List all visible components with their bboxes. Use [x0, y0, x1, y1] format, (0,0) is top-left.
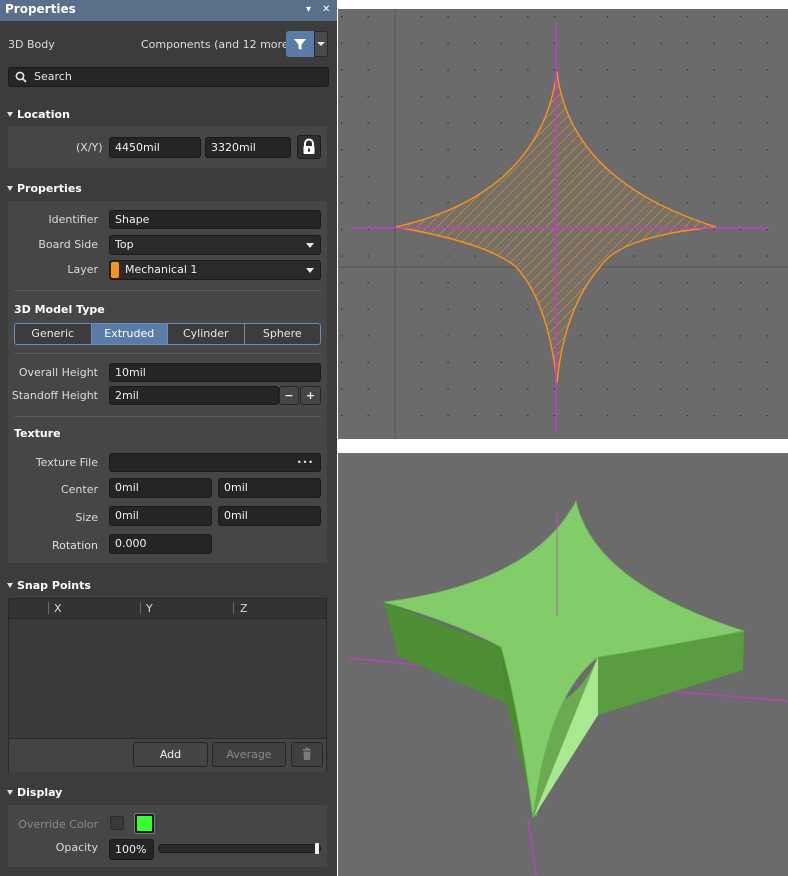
location-x-input[interactable]: 4450mil [109, 137, 201, 158]
model-type-segmented-control: Generic Extruded Cylinder Sphere [14, 323, 321, 345]
collapse-triangle-icon [7, 186, 13, 191]
size-label: Size [75, 511, 98, 524]
viewport-3d-canvas [347, 499, 788, 876]
panel-title: Properties [5, 2, 76, 16]
search-placeholder: Search [34, 70, 72, 83]
chevron-down-icon [317, 42, 325, 46]
model-type-cylinder[interactable]: Cylinder [168, 324, 245, 344]
viewport-2d-canvas [338, 9, 788, 439]
collapse-triangle-icon [7, 583, 13, 588]
size-x-input[interactable]: 0mil [109, 506, 212, 526]
location-header-label: Location [17, 108, 70, 121]
search-input[interactable]: Search [8, 67, 329, 87]
browse-icon[interactable]: ••• [297, 454, 314, 471]
trash-icon [303, 747, 311, 760]
texture-file-label: Texture File [35, 456, 98, 469]
delete-snap-point-button[interactable] [291, 742, 323, 767]
chevron-down-icon [306, 243, 314, 248]
location-y-input[interactable]: 3320mil [205, 137, 291, 158]
object-type-label: 3D Body [8, 38, 55, 51]
model-type-generic[interactable]: Generic [15, 324, 92, 344]
standoff-decrement-button[interactable]: − [279, 386, 299, 405]
viewport-3d[interactable] [338, 453, 788, 876]
opacity-slider-fill [159, 845, 320, 852]
lock-icon [303, 138, 315, 154]
override-color-label: Override Color [18, 818, 98, 831]
center-label: Center [60, 483, 98, 496]
average-button[interactable]: Average [212, 742, 286, 767]
filter-icon [294, 39, 306, 50]
identifier-label: Identifier [48, 213, 98, 226]
divider [14, 416, 321, 417]
divider [14, 290, 321, 291]
center-y-input[interactable]: 0mil [218, 478, 321, 498]
properties-header-label: Properties [17, 182, 82, 195]
standoff-height-input[interactable]: 2mil [109, 386, 279, 405]
rotation-label: Rotation [51, 539, 98, 552]
identifier-input[interactable]: Shape [109, 210, 321, 229]
opacity-slider-thumb[interactable] [315, 843, 319, 854]
model-type-sphere[interactable]: Sphere [245, 324, 321, 344]
column-header-z[interactable]: Z [240, 602, 248, 615]
display-section-header[interactable]: Display [7, 786, 62, 799]
lock-button[interactable] [297, 135, 321, 159]
search-icon [15, 71, 27, 83]
opacity-label: Opacity [55, 841, 98, 854]
column-separator [48, 602, 49, 614]
center-x-input[interactable]: 0mil [109, 478, 212, 498]
size-y-input[interactable]: 0mil [218, 506, 321, 526]
layer-value: Mechanical 1 [125, 263, 198, 276]
add-snap-point-button[interactable]: Add [133, 742, 208, 767]
chevron-down-icon [306, 268, 314, 273]
origin-axis-lower [527, 817, 537, 876]
board-side-select[interactable]: Top [109, 235, 321, 255]
layer-select[interactable]: Mechanical 1 [109, 260, 321, 280]
viewport-2d[interactable] [338, 9, 788, 439]
collapse-triangle-icon [7, 112, 13, 117]
pin-menu-icon[interactable]: ▾ [306, 3, 311, 17]
layer-label: Layer [67, 263, 98, 276]
override-color-picker[interactable] [134, 813, 155, 834]
snap-points-header-label: Snap Points [17, 579, 91, 592]
divider [14, 353, 321, 354]
opacity-slider-track[interactable] [158, 844, 321, 853]
properties-section-header[interactable]: Properties [7, 182, 82, 195]
collapse-triangle-icon [7, 790, 13, 795]
snap-points-section-header[interactable]: Snap Points [7, 579, 91, 592]
column-header-x[interactable]: X [54, 602, 62, 615]
display-group [8, 805, 327, 867]
opacity-input[interactable]: 100% [109, 839, 154, 860]
model-type-header: 3D Model Type [14, 303, 105, 316]
board-side-value: Top [115, 238, 134, 251]
panel-title-bar: Properties ▾ ✕ [0, 0, 337, 21]
rotation-input[interactable]: 0.000 [109, 534, 212, 554]
close-icon[interactable]: ✕ [322, 3, 330, 17]
override-color-swatch [137, 816, 152, 831]
xy-label: (X/Y) [76, 141, 103, 154]
filter-button[interactable] [286, 31, 314, 57]
layer-color-swatch [111, 262, 119, 278]
column-separator [233, 602, 234, 614]
board-side-label: Board Side [38, 238, 98, 251]
display-header-label: Display [17, 786, 63, 799]
standoff-height-label: Standoff Height [11, 389, 98, 402]
overall-height-label: Overall Height [18, 366, 98, 379]
snap-points-table-header: X Y Z [9, 599, 326, 619]
model-type-extruded[interactable]: Extruded [91, 324, 168, 344]
column-separator [140, 602, 141, 614]
overall-height-input[interactable]: 10mil [109, 363, 321, 382]
properties-panel: Properties ▾ ✕ 3D Body Components (and 1… [0, 0, 337, 876]
column-header-y[interactable]: Y [146, 602, 153, 615]
texture-file-input[interactable]: ••• [109, 453, 321, 472]
override-color-checkbox[interactable] [110, 816, 124, 830]
texture-header: Texture [14, 427, 61, 440]
standoff-increment-button[interactable]: + [300, 386, 321, 405]
filter-summary[interactable]: Components (and 12 more) [141, 38, 293, 51]
filter-dropdown-button[interactable] [314, 31, 328, 57]
location-section-header[interactable]: Location [7, 108, 70, 121]
